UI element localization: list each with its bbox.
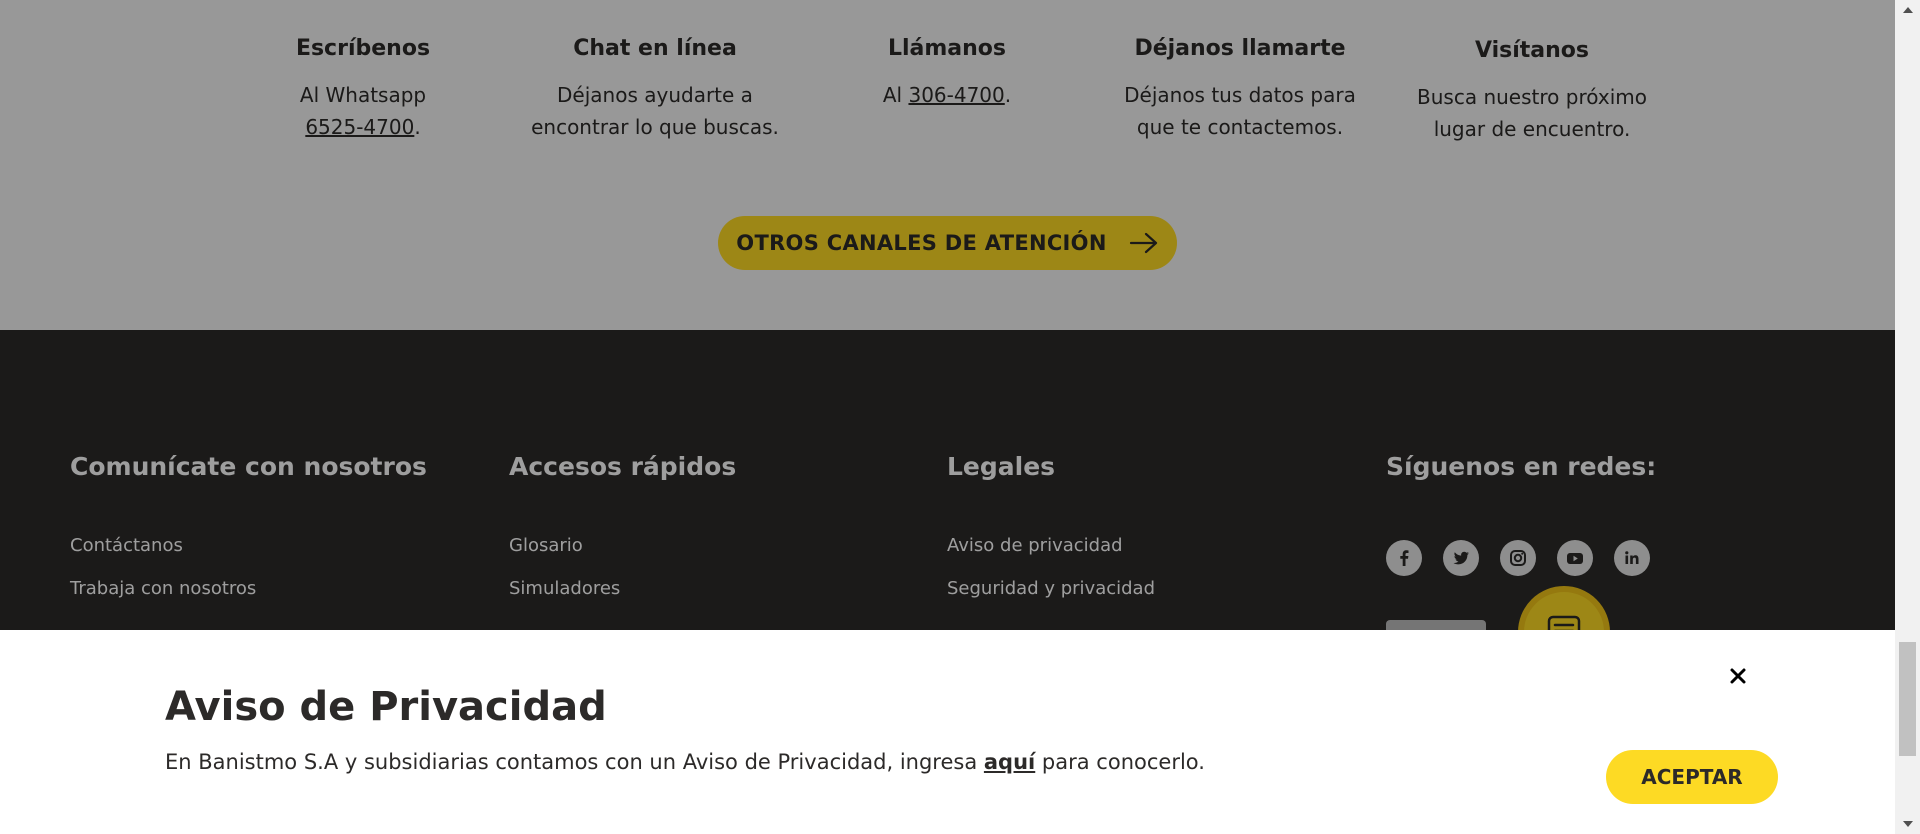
privacy-banner: Aviso de Privacidad En Banistmo S.A y su… [0,630,1895,834]
accept-button[interactable]: ACEPTAR [1606,750,1778,804]
privacy-text-before: En Banistmo S.A y subsidiarias contamos … [165,750,984,774]
close-button[interactable] [1724,662,1752,690]
vertical-scrollbar[interactable] [1895,0,1920,834]
scroll-up-arrow-icon[interactable] [1895,0,1920,20]
privacy-text-after: para conocerlo. [1035,750,1205,774]
privacy-text: En Banistmo S.A y subsidiarias contamos … [165,750,1205,774]
scroll-down-arrow-icon[interactable] [1895,814,1920,834]
privacy-title: Aviso de Privacidad [165,684,607,730]
page: Escríbenos Al Whatsapp 6525-4700. Chat e… [0,0,1895,834]
scrollbar-thumb[interactable] [1899,642,1916,756]
close-icon [1730,668,1746,684]
privacy-link[interactable]: aquí [984,750,1035,774]
